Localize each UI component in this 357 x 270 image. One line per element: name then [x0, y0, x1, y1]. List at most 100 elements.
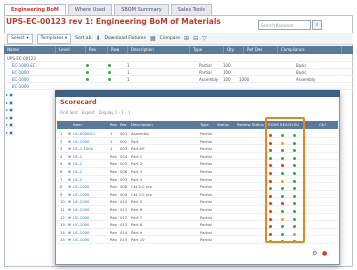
- row-item[interactable]: UC-1000: [73, 198, 89, 206]
- expand-icon[interactable]: ⊕: [68, 153, 71, 161]
- expand-icon[interactable]: ⊕: [68, 183, 71, 191]
- table-row[interactable]: UPS-EC-00123: [4, 55, 353, 62]
- table-row[interactable]: EC-1000: [4, 83, 353, 90]
- row-index: 12: [60, 214, 65, 220]
- row-item[interactable]: UC-1 1000: [73, 145, 93, 153]
- row-pos: 005: [120, 161, 128, 167]
- col-description[interactable]: Description: [128, 46, 190, 54]
- row-type: Partial: [200, 153, 212, 159]
- table-row[interactable]: EC-1000 1 Partial 100 Basic: [4, 69, 353, 76]
- row-type: Partial: [200, 214, 212, 220]
- row-desc: Assembly: [131, 131, 150, 136]
- compare-icon[interactable]: ▦: [150, 35, 156, 42]
- tree-node[interactable]: ▸ ▣: [6, 106, 54, 114]
- compare-button[interactable]: Compare: [160, 36, 180, 41]
- col-ctrl[interactable]: Ctrl: [319, 121, 326, 129]
- row-ref-des: 1000: [239, 77, 250, 82]
- row-item[interactable]: UC-1000: [73, 191, 89, 199]
- row-desc: Part 9: [131, 229, 143, 235]
- settings-icon[interactable]: ⚙: [312, 250, 317, 257]
- row-item[interactable]: UC-1000: [73, 183, 89, 191]
- expand-icon[interactable]: ⊕: [68, 229, 71, 237]
- col-level[interactable]: Level: [56, 46, 86, 54]
- row-rev: Rev: [110, 153, 118, 159]
- row-desc: Part-EE: [131, 146, 145, 152]
- search-icon[interactable]: ⌕: [312, 20, 322, 30]
- col-qty[interactable]: Qty: [224, 46, 244, 54]
- expand-icon[interactable]: ⊕: [68, 191, 71, 199]
- search-input[interactable]: Search Keyword: [258, 20, 311, 30]
- row-index: 11: [60, 207, 65, 212]
- col-description[interactable]: Description: [131, 121, 153, 129]
- expand-icon[interactable]: ⊕: [68, 145, 71, 153]
- row-rev: Rev: [110, 199, 118, 205]
- row-compliance: Assembly: [296, 77, 316, 82]
- row-item[interactable]: UC-1: [73, 168, 82, 176]
- tree-node[interactable]: ▸ ▣: [6, 114, 54, 122]
- download-button[interactable]: Download Fixtures: [104, 36, 145, 41]
- col-rev[interactable]: Rev: [86, 46, 108, 54]
- row-item[interactable]: UC-00000-C: [73, 130, 96, 138]
- table-row[interactable]: EC-1000-EC 1 Partial 100 Basic: [4, 62, 353, 69]
- col-type[interactable]: Type: [190, 46, 224, 54]
- row-item[interactable]: UC-1000: [73, 221, 89, 229]
- expand-icon[interactable]: ⊕: [68, 168, 71, 176]
- expand-icon[interactable]: ⊕: [68, 130, 71, 138]
- row-type: Partial: [200, 176, 212, 182]
- sort-button[interactable]: Sort ab: [75, 36, 91, 41]
- tree-node[interactable]: ▸ ▣: [6, 129, 54, 137]
- tree-node[interactable]: ▸ ▣: [6, 91, 54, 99]
- expand-icon[interactable]: ⊞: [184, 35, 189, 42]
- row-compliance: Basic: [296, 70, 307, 75]
- download-icon[interactable]: ⬇: [95, 35, 100, 42]
- expand-icon[interactable]: ⊕: [68, 176, 71, 184]
- display-paging: Display 1 - 1 - 1: [98, 110, 131, 115]
- row-name[interactable]: EC-1000: [12, 69, 29, 76]
- select-menu-button[interactable]: Select ▾: [7, 33, 33, 44]
- collapse-icon[interactable]: ⊟: [193, 35, 198, 42]
- row-name[interactable]: EC-1000: [12, 83, 29, 90]
- col-type[interactable]: Type: [200, 121, 209, 129]
- col-item[interactable]: Item: [73, 121, 82, 129]
- col-row[interactable]: Row: [108, 46, 128, 54]
- expand-icon[interactable]: ⊕: [68, 206, 71, 214]
- expand-icon[interactable]: ⊕: [68, 221, 71, 229]
- expand-icon[interactable]: ⊕: [68, 214, 71, 222]
- expand-icon[interactable]: ⊕: [68, 198, 71, 206]
- row-item[interactable]: UC-1000: [73, 206, 89, 214]
- row-item[interactable]: UC-1: [73, 176, 82, 184]
- row-item[interactable]: UC-1: [73, 160, 82, 168]
- col-pos[interactable]: Pos: [120, 121, 126, 129]
- col-ref-des[interactable]: Ref Des: [244, 46, 278, 54]
- table-row[interactable]: EC-1000 1 Assembly 100 1000 Assembly: [4, 76, 353, 83]
- col-name[interactable]: Name: [4, 46, 56, 54]
- expand-icon[interactable]: ⊕: [68, 236, 71, 244]
- row-index: 7: [60, 176, 63, 182]
- expand-icon[interactable]: ⊕: [68, 138, 71, 146]
- find-sort-button[interactable]: Find Sort: [60, 110, 78, 115]
- row-item[interactable]: UC-1000: [73, 236, 89, 244]
- row-name[interactable]: EC-1000: [12, 76, 29, 83]
- templates-menu-button[interactable]: Templates ▾: [36, 33, 72, 44]
- row-item[interactable]: UC-1000: [73, 138, 89, 146]
- tree-node[interactable]: ▸ ▣: [6, 121, 54, 129]
- tree-node[interactable]: ▸ ▣: [6, 99, 54, 107]
- col-status[interactable]: Status: [217, 121, 229, 129]
- row-item[interactable]: UC-1000: [73, 229, 89, 237]
- row-item[interactable]: UC-1: [73, 153, 82, 161]
- row-name[interactable]: EC-1000-EC: [12, 62, 36, 69]
- row-pos: 002: [120, 138, 128, 144]
- filter-icon[interactable]: ▽: [202, 35, 207, 42]
- export-button[interactable]: Export: [82, 110, 95, 115]
- close-icon[interactable]: ●: [322, 250, 327, 257]
- row-type: Partial: [200, 146, 212, 152]
- row-type: Partial: [200, 237, 212, 243]
- popup-title-bar[interactable]: [55, 90, 340, 97]
- col-review-status[interactable]: Review Status: [237, 121, 264, 129]
- expand-icon[interactable]: ⊕: [68, 160, 71, 168]
- row-item[interactable]: UC-1000: [73, 214, 89, 222]
- row-desc: Part 7: [131, 214, 143, 220]
- col-rev[interactable]: Rev: [110, 121, 117, 129]
- col-compliance[interactable]: Compliance: [278, 46, 342, 54]
- row-type: Partial: [199, 70, 212, 75]
